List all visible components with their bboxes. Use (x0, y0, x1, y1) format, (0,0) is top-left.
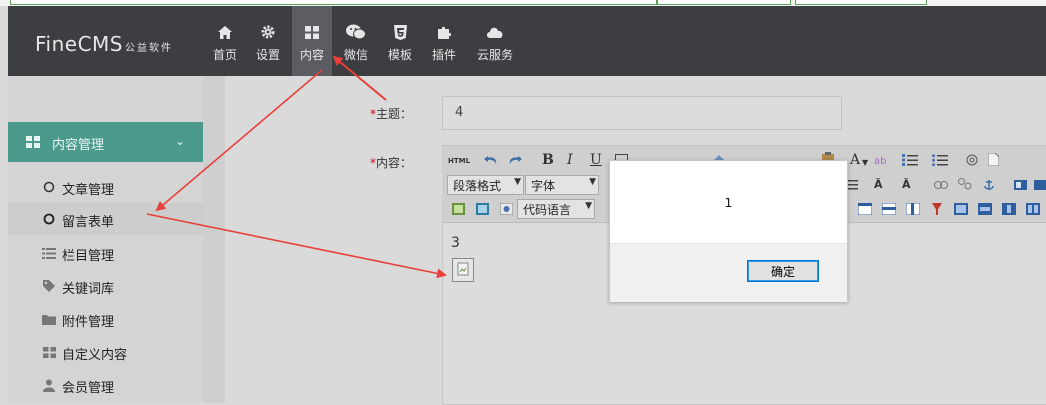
list-icon (42, 247, 56, 259)
editor-content-text: 3 (451, 235, 460, 251)
nav-label: 微信 (343, 48, 368, 62)
circle-icon (43, 213, 55, 225)
nav-label: 云服务 (476, 48, 513, 62)
folder-icon (42, 314, 56, 325)
chevron-down-icon: ⌄ (174, 134, 185, 148)
gear-icon (261, 25, 275, 39)
grid-icon (305, 25, 319, 39)
user-icon (43, 379, 55, 392)
sidebar-item-guestbook[interactable]: 留言表单 (8, 203, 203, 235)
top-frame (657, 0, 791, 5)
alert-dialog: 1 确定 (609, 160, 848, 302)
sidebar-group-content-manage[interactable]: 内容管理 ⌄ (8, 122, 203, 162)
anchor-link-icon[interactable] (983, 176, 995, 192)
image-right-icon[interactable] (1034, 177, 1046, 193)
nav-template[interactable]: 模板 (380, 6, 420, 76)
nav-label: 内容 (299, 48, 324, 62)
top-frame (795, 0, 927, 5)
cloud-icon (487, 27, 503, 38)
nav-wechat[interactable]: 微信 (336, 6, 376, 76)
italic-button[interactable]: I (567, 152, 573, 168)
bold-button[interactable]: B (542, 152, 554, 168)
logo-main: FineCMS (35, 32, 124, 56)
video-icon[interactable] (500, 201, 513, 217)
link-icon[interactable] (934, 177, 948, 193)
subject-input[interactable]: 4 (442, 96, 842, 130)
grid-icon (26, 136, 40, 148)
font-family-select[interactable]: 字体 ▼ (525, 175, 599, 195)
table-split-icon[interactable] (930, 201, 944, 217)
home-icon (218, 25, 232, 39)
nav-label: 首页 (212, 48, 237, 62)
paragraph-format-select[interactable]: 段落格式 ▼ (447, 175, 524, 195)
sidebar-item-label: 栏目管理 (62, 249, 115, 264)
content-label: *内容： (370, 156, 413, 170)
logo[interactable]: FineCMS 公益软件 (35, 32, 173, 56)
html5-icon (393, 24, 407, 40)
table-insert-icon[interactable] (858, 201, 872, 217)
underline-button[interactable]: U (590, 152, 602, 168)
sidebar-item-label: 会员管理 (62, 381, 115, 396)
ok-button[interactable]: 确定 (747, 260, 819, 282)
table-delete-icon[interactable] (1026, 201, 1040, 217)
dialog-message: 1 (724, 196, 733, 210)
font-color-button[interactable]: A (850, 152, 860, 168)
broken-image-icon[interactable] (452, 258, 474, 282)
nav-label: 插件 (431, 48, 456, 62)
sidebar-item-label: 关键词库 (62, 282, 115, 297)
nav-settings[interactable]: 设置 (248, 6, 288, 76)
table-delete-row-icon[interactable] (978, 201, 992, 217)
sidebar-item-members[interactable]: 会员管理 (8, 369, 203, 401)
table-row-icon[interactable] (882, 201, 896, 217)
unlink-icon[interactable] (958, 176, 972, 192)
nav-home[interactable]: 首页 (205, 6, 245, 76)
puzzle-icon (438, 26, 451, 39)
circle-icon (43, 181, 55, 193)
sidebar-item-label: 附件管理 (62, 315, 115, 330)
image-icon[interactable] (452, 201, 465, 217)
subject-label: *主题： (370, 107, 413, 121)
font-size-down-icon[interactable]: Ǎ (902, 176, 911, 192)
nav-label: 模板 (387, 48, 412, 62)
nav-label: 设置 (255, 48, 280, 62)
subject-value: 4 (455, 105, 464, 120)
sidebar-item-columns[interactable]: 栏目管理 (8, 237, 203, 269)
anchor-icon[interactable] (966, 152, 978, 168)
font-size-up-icon[interactable]: Ǎ (874, 176, 883, 192)
sidebar-group-label: 内容管理 (52, 138, 105, 153)
nav-plugin[interactable]: 插件 (424, 6, 464, 76)
sidebar-item-label: 留言表单 (62, 215, 115, 230)
highlight-icon[interactable]: ab (874, 152, 888, 168)
sidebar-item-label: 文章管理 (62, 183, 115, 198)
undo-icon[interactable] (484, 152, 498, 168)
sidebar-item-attachments[interactable]: 附件管理 (8, 303, 203, 335)
image-left-icon[interactable] (1014, 177, 1027, 193)
multi-image-icon[interactable] (476, 201, 489, 217)
table-delete-col-icon[interactable] (1002, 201, 1016, 217)
code-language-select[interactable]: 代码语言 ▼ (517, 199, 595, 219)
table-col-icon[interactable] (906, 201, 920, 217)
sidebar-item-keywords[interactable]: 关键词库 (8, 270, 203, 302)
table-merge-icon[interactable] (954, 201, 968, 217)
logo-sub: 公益软件 (125, 43, 174, 54)
sidebar-item-articles[interactable]: 文章管理 (8, 171, 203, 203)
grid-icon (42, 346, 56, 358)
sidebar-item-custom-content[interactable]: 自定义内容 (8, 336, 203, 368)
nav-content[interactable]: 内容 (292, 6, 332, 76)
unordered-list-icon[interactable] (932, 152, 948, 168)
wechat-icon (346, 24, 366, 40)
dialog-footer: 确定 (610, 243, 847, 302)
sidebar-divider (203, 76, 225, 403)
ordered-list-icon[interactable] (902, 152, 918, 168)
sidebar-item-label: 自定义内容 (62, 348, 128, 363)
redo-icon[interactable] (508, 152, 522, 168)
html-source-button[interactable]: HTML (448, 153, 470, 169)
new-doc-icon[interactable] (988, 151, 999, 167)
chevron-down-icon[interactable]: ▼ (862, 154, 868, 170)
tag-icon (43, 280, 55, 292)
top-header: FineCMS 公益软件 首页 设置 内容 微信 模板 插件 云服务 (8, 6, 1046, 76)
nav-cloud[interactable]: 云服务 (472, 6, 518, 76)
top-frame (10, 0, 657, 5)
svg-text:ab: ab (874, 156, 886, 166)
